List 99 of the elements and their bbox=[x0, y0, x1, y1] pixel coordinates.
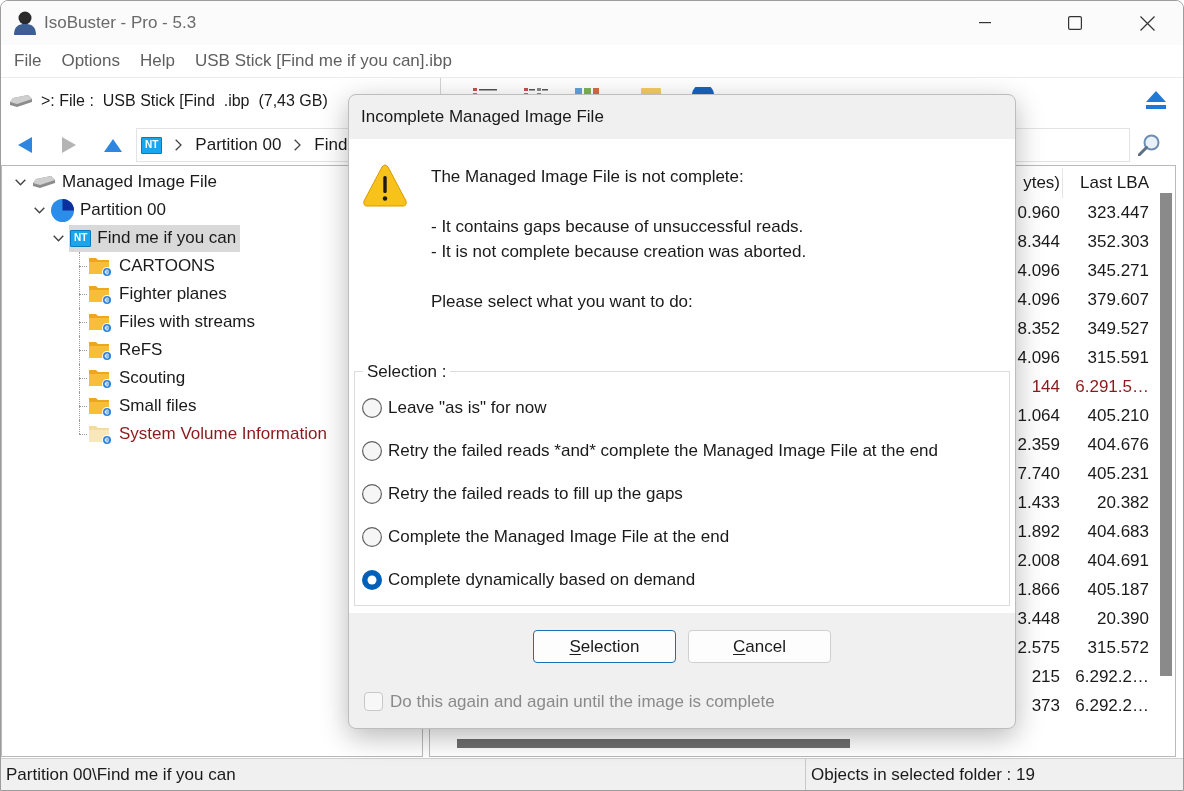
table-cell-text: 379.607 bbox=[1086, 288, 1150, 311]
column-header[interactable]: ytes) bbox=[1017, 168, 1062, 198]
group-label: Selection : bbox=[366, 361, 448, 383]
table-cell-text: 4.096 bbox=[1017, 288, 1061, 311]
table-cell-text: 6.291.5… bbox=[1074, 375, 1150, 398]
path-segment[interactable]: Partition 00 bbox=[195, 132, 282, 158]
filesystem-tag: NT bbox=[141, 136, 163, 154]
tree-item[interactable]: Partition 00 bbox=[50, 196, 170, 224]
tree-item[interactable]: Files with streams bbox=[88, 308, 260, 336]
filesystem-tag: NT bbox=[70, 229, 92, 247]
table-cell-text: 315.572 bbox=[1086, 636, 1150, 659]
tree-item[interactable]: System Volume Information bbox=[88, 420, 331, 448]
message-reason: - It is not complete because creation was aborted. bbox=[431, 241, 807, 263]
menu-item[interactable]: Help bbox=[130, 48, 185, 74]
table-cell-text: 0.960 bbox=[1017, 201, 1061, 224]
table-cell-text: 2.359 bbox=[1017, 433, 1061, 456]
radio-option[interactable]: Leave "as is" for now bbox=[355, 386, 1009, 429]
table-cell-text: 404.676 bbox=[1086, 433, 1150, 456]
table-cell-text: 323.447 bbox=[1086, 201, 1150, 224]
folder-icon bbox=[89, 423, 113, 445]
back-arrow-icon[interactable] bbox=[18, 137, 32, 153]
table-cell-text: 1.064 bbox=[1017, 404, 1061, 427]
table-cell-text: 8.344 bbox=[1017, 230, 1061, 253]
tree-item[interactable]: Fighter planes bbox=[88, 280, 231, 308]
table-cell-text: 345.271 bbox=[1086, 259, 1150, 282]
chevron-right-icon bbox=[175, 139, 183, 151]
folder-icon bbox=[89, 339, 113, 361]
tree-item[interactable]: Small files bbox=[88, 392, 201, 420]
search-icon[interactable] bbox=[1138, 134, 1160, 156]
chevron-down-icon[interactable] bbox=[52, 234, 64, 242]
drive-icon bbox=[9, 94, 33, 108]
menu-item[interactable]: USB Stick [Find me if you can].ibp bbox=[184, 48, 462, 74]
status-object-count: Objects in selected folder : 19 bbox=[811, 763, 1035, 786]
status-path: Partition 00\Find me if you can bbox=[6, 764, 236, 784]
table-cell-text: 405.187 bbox=[1086, 578, 1150, 601]
tree-item[interactable]: NT Find me if you can bbox=[69, 224, 241, 252]
radio-option[interactable]: Retry the failed reads to fill up the gaps bbox=[355, 472, 1009, 515]
radio-option[interactable]: Complete dynamically based on demand bbox=[355, 558, 1009, 601]
tree-item[interactable]: Managed Image File bbox=[31, 168, 221, 196]
radio-option[interactable]: Complete the Managed Image File at the end bbox=[355, 515, 1009, 558]
path-segment[interactable]: Find bbox=[314, 132, 348, 158]
dialog-title: Incomplete Managed Image File bbox=[361, 106, 604, 129]
dialog-button[interactable]: Cancel bbox=[688, 630, 831, 663]
minimize-icon[interactable] bbox=[979, 22, 991, 24]
table-cell-text: 20.382 bbox=[1096, 491, 1150, 514]
table-cell-text: 3.448 bbox=[1017, 607, 1061, 630]
warning-icon bbox=[363, 164, 407, 208]
chevron-right-icon bbox=[294, 139, 302, 151]
table-cell-text: 404.691 bbox=[1086, 549, 1150, 572]
dialog-button[interactable]: Selection bbox=[533, 630, 676, 663]
table-cell-text: 2.575 bbox=[1017, 636, 1061, 659]
pie-chart-icon bbox=[51, 198, 74, 222]
message-reason: - It contains gaps because of unsuccessful reads. bbox=[431, 216, 805, 238]
folder-icon bbox=[89, 367, 113, 389]
table-cell-text: 405.210 bbox=[1086, 404, 1150, 427]
table-cell-text: 6.292.2… bbox=[1074, 665, 1150, 688]
table-cell-text: 352.303 bbox=[1086, 230, 1150, 253]
table-cell-text: 6.292.2… bbox=[1074, 694, 1150, 717]
table-cell-text: 2.008 bbox=[1017, 549, 1061, 572]
table-cell-text: 20.390 bbox=[1096, 607, 1150, 630]
table-cell-text: 215 bbox=[1030, 665, 1061, 688]
table-cell-text: 404.683 bbox=[1086, 520, 1150, 543]
table-cell-text: 1.892 bbox=[1017, 520, 1061, 543]
folder-icon bbox=[89, 283, 113, 305]
chevron-down-icon[interactable] bbox=[14, 178, 26, 186]
chevron-down-icon[interactable] bbox=[33, 206, 45, 214]
maximize-icon[interactable] bbox=[1068, 16, 1082, 30]
table-cell-text: 373 bbox=[1030, 694, 1061, 717]
drive-icon bbox=[32, 175, 56, 189]
table-cell-text: 4.096 bbox=[1017, 259, 1061, 282]
table-cell-text: 4.096 bbox=[1017, 346, 1061, 369]
tree-item[interactable]: CARTOONS bbox=[88, 252, 219, 280]
table-cell-text: 349.527 bbox=[1086, 317, 1150, 340]
window-title: IsoBuster - Pro - 5.3 bbox=[44, 12, 197, 35]
tree-item[interactable]: Scouting bbox=[88, 364, 190, 392]
close-icon[interactable] bbox=[1139, 15, 1155, 31]
up-arrow-icon[interactable] bbox=[104, 138, 122, 152]
message-heading: The Managed Image File is not complete: bbox=[431, 166, 745, 188]
table-cell-text: 8.352 bbox=[1017, 317, 1061, 340]
eject-icon[interactable] bbox=[1146, 91, 1166, 109]
person-icon bbox=[14, 11, 36, 35]
table-cell-text: 315.591 bbox=[1086, 346, 1150, 369]
menu-item[interactable]: File bbox=[4, 48, 52, 74]
horizontal-scrollbar[interactable] bbox=[457, 739, 850, 748]
menu-item[interactable]: Options bbox=[51, 48, 130, 74]
radio-option[interactable]: Retry the failed reads *and* complete the Managed Image File at the end bbox=[355, 429, 1009, 472]
table-cell-text: 144 bbox=[1030, 375, 1061, 398]
folder-icon bbox=[89, 395, 113, 417]
message-prompt: Please select what you want to do: bbox=[431, 291, 694, 313]
table-cell-text: 1.866 bbox=[1017, 578, 1061, 601]
table-cell-text: 7.740 bbox=[1017, 462, 1061, 485]
table-cell-text: 405.231 bbox=[1086, 462, 1150, 485]
folder-icon bbox=[89, 311, 113, 333]
vertical-scrollbar[interactable] bbox=[1160, 193, 1172, 676]
folder-icon bbox=[89, 255, 113, 277]
column-header[interactable]: Last LBA bbox=[1062, 168, 1155, 198]
table-cell-text: 1.433 bbox=[1017, 491, 1061, 514]
tree-item[interactable]: ReFS bbox=[88, 336, 167, 364]
device-selector[interactable]: >: File : USB Stick [Find .ibp (7,43 GB) bbox=[41, 89, 328, 113]
